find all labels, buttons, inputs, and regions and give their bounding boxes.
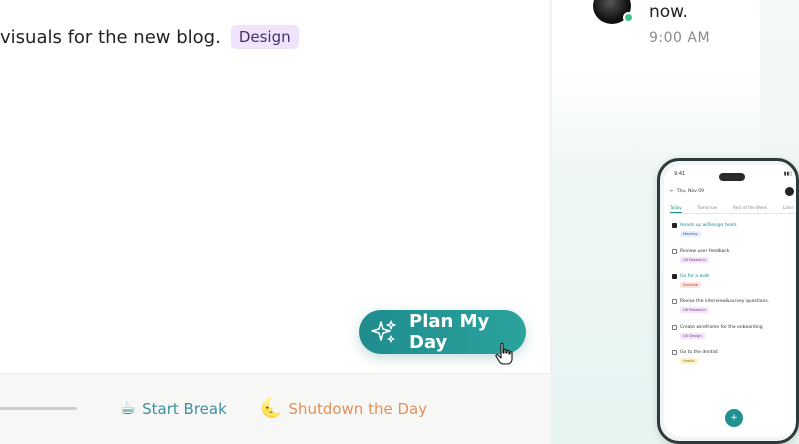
online-status-dot <box>623 12 634 23</box>
task-row[interactable]: visuals for the new blog. Design <box>0 22 299 52</box>
phone-task-title: Revise the interview&survey questions. <box>680 299 770 304</box>
phone-task-tag: UX Design <box>680 333 705 339</box>
back-arrow-icon[interactable]: ← <box>670 189 674 194</box>
bottom-bar: ☕ Start Break 🌜 Shutdown the Day <box>0 373 551 444</box>
chat-message: now. <box>649 2 688 22</box>
phone-task-tag: Meeting <box>680 231 701 237</box>
phone-mockup: 9:41 ▮▮▯ ← Thu, Nov 09 Today Tomorrow Re… <box>657 158 799 444</box>
start-break-label: Start Break <box>142 399 227 418</box>
sparkle-icon <box>371 319 397 345</box>
phone-status-time: 9:41 <box>674 171 686 177</box>
phone-date: Thu, Nov 09 <box>676 189 705 194</box>
phone-screen: 9:41 ▮▮▯ ← Thu, Nov 09 Today Tomorrow Re… <box>664 165 796 437</box>
phone-task-item[interactable]: Review user feedback UX Research <box>672 249 729 263</box>
phone-date-header: ← Thu, Nov 09 <box>670 189 704 194</box>
checkbox[interactable] <box>672 325 677 330</box>
slider-track[interactable] <box>0 407 77 410</box>
phone-task-title: Go for a walk <box>680 274 710 279</box>
chat-timestamp: 9:00 AM <box>649 30 711 46</box>
phone-task-title: Go to the dentist <box>680 350 719 355</box>
start-break-button[interactable]: ☕ Start Break <box>120 398 227 419</box>
moon-icon: 🌜 <box>260 398 283 419</box>
checkbox-checked[interactable] <box>672 274 677 279</box>
phone-tab-rest-of-week[interactable]: Rest of the Week <box>733 205 767 213</box>
phone-notch <box>719 173 745 181</box>
phone-task-title: Review user feedback <box>680 249 730 254</box>
phone-task-tag: Exercise <box>680 282 701 288</box>
checkbox[interactable] <box>672 299 677 304</box>
checkbox[interactable] <box>672 249 677 254</box>
shutdown-day-button[interactable]: 🌜 Shutdown the Day <box>260 398 427 419</box>
phone-task-title: Create wireframe for the onboarding <box>680 325 763 330</box>
phone-task-item[interactable]: Go for a walk Exercise <box>672 274 710 288</box>
main-panel: visuals for the new blog. Design Plan My… <box>0 0 551 444</box>
hand-pointer-icon <box>494 342 516 366</box>
phone-task-title: Heads up w/Design team <box>680 223 737 228</box>
shutdown-day-label: Shutdown the Day <box>288 399 428 418</box>
coffee-icon: ☕ <box>120 398 137 419</box>
phone-task-item[interactable]: Heads up w/Design team Meeting <box>672 223 737 237</box>
phone-tab-today[interactable]: Today <box>670 205 682 213</box>
phone-tabs: Today Tomorrow Rest of the Week Later <box>670 205 796 214</box>
chat-fade <box>552 70 760 170</box>
add-task-button[interactable]: + <box>725 409 743 427</box>
task-tag-design: Design <box>230 25 299 49</box>
phone-task-tag: Health <box>680 358 698 364</box>
phone-task-tag: UX Research <box>680 257 709 263</box>
checkbox[interactable] <box>672 350 677 355</box>
battery-icon: ▮▮▯ <box>783 171 792 177</box>
phone-task-item[interactable]: Revise the interview&survey questions. U… <box>672 299 769 313</box>
checkbox-checked[interactable] <box>672 223 677 228</box>
phone-task-tag: UX Research <box>680 307 709 313</box>
phone-tab-tomorrow[interactable]: Tomorrow <box>698 205 717 213</box>
phone-task-item[interactable]: Create wireframe for the onboarding UX D… <box>672 325 763 339</box>
phone-task-item[interactable]: Go to the dentist Health <box>672 350 718 364</box>
phone-avatar[interactable] <box>785 187 794 196</box>
phone-tab-later[interactable]: Later <box>783 205 793 213</box>
task-text: visuals for the new blog. <box>0 26 221 48</box>
